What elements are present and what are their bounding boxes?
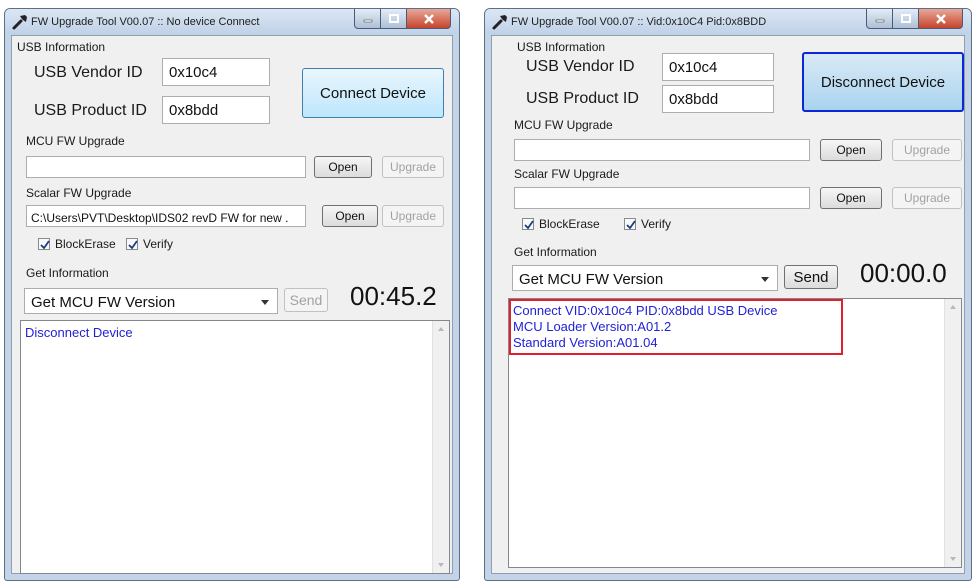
window-title: FW Upgrade Tool V00.07 :: Vid:0x10C4 Pid… bbox=[511, 16, 767, 28]
usb-vendor-id-field[interactable]: 0x10c4 bbox=[662, 53, 774, 81]
maximize-button[interactable] bbox=[381, 9, 407, 29]
wrench-icon bbox=[12, 15, 27, 30]
mcu-fw-path-input[interactable] bbox=[26, 156, 306, 178]
info-command-select[interactable]: Get MCU FW Version bbox=[24, 288, 278, 314]
scalar-upgrade-button[interactable]: Upgrade bbox=[382, 205, 444, 227]
send-button[interactable]: Send bbox=[284, 288, 328, 312]
checkbox-box bbox=[522, 218, 534, 230]
scalar-fw-upgrade-group-label: Scalar FW Upgrade bbox=[26, 186, 132, 200]
close-icon bbox=[935, 13, 946, 24]
verify-label: Verify bbox=[143, 237, 174, 251]
checkbox-box bbox=[38, 238, 50, 250]
block-erase-label: BlockErase bbox=[539, 217, 600, 231]
close-button[interactable] bbox=[919, 9, 963, 29]
send-button[interactable]: Send bbox=[784, 265, 838, 289]
disconnect-device-button[interactable]: Disconnect Device bbox=[802, 52, 964, 112]
maximize-icon bbox=[388, 13, 399, 23]
wrench-icon bbox=[492, 15, 507, 30]
usb-product-id-field[interactable]: 0x8bdd bbox=[162, 96, 270, 124]
info-command-select[interactable]: Get MCU FW Version bbox=[512, 265, 778, 291]
maximize-button[interactable] bbox=[893, 9, 919, 29]
usb-vendor-id-label: USB Vendor ID bbox=[34, 64, 143, 81]
usb-info-group-label: USB Information bbox=[17, 40, 106, 54]
usb-vendor-id-field[interactable]: 0x10c4 bbox=[162, 58, 270, 86]
mcu-upgrade-button[interactable]: Upgrade bbox=[892, 139, 962, 161]
scroll-up-arrow-icon[interactable] bbox=[950, 305, 956, 309]
scroll-down-arrow-icon[interactable] bbox=[438, 563, 444, 567]
scroll-down-arrow-icon[interactable] bbox=[950, 557, 956, 561]
title-bar[interactable]: FW Upgrade Tool V00.07 :: No device Conn… bbox=[5, 9, 459, 35]
dropdown-arrow-icon bbox=[261, 300, 269, 305]
title-bar[interactable]: FW Upgrade Tool V00.07 :: Vid:0x10C4 Pid… bbox=[485, 9, 971, 35]
scalar-upgrade-button[interactable]: Upgrade bbox=[892, 187, 962, 209]
checkmark-icon bbox=[626, 220, 636, 230]
log-output-box[interactable]: Disconnect Device bbox=[20, 320, 450, 574]
checkmark-icon bbox=[524, 220, 534, 230]
mcu-open-button[interactable]: Open bbox=[820, 139, 882, 161]
scalar-open-button[interactable]: Open bbox=[820, 187, 882, 209]
log-scrollbar[interactable] bbox=[944, 299, 961, 567]
minimize-button[interactable] bbox=[866, 9, 893, 29]
log-text: Disconnect Device bbox=[25, 325, 133, 340]
get-information-group-label: Get Information bbox=[514, 245, 597, 259]
usb-product-id-field[interactable]: 0x8bdd bbox=[662, 85, 774, 113]
info-command-value: Get MCU FW Version bbox=[31, 294, 176, 311]
mcu-fw-upgrade-group-label: MCU FW Upgrade bbox=[26, 134, 125, 148]
scalar-fw-path-input[interactable]: C:\Users\PVT\Desktop\IDS02 revD FW for n… bbox=[26, 205, 306, 227]
fw-tool-window-connected: FW Upgrade Tool V00.07 :: Vid:0x10C4 Pid… bbox=[484, 8, 972, 581]
mcu-open-button[interactable]: Open bbox=[314, 156, 372, 178]
scalar-fw-path-input[interactable] bbox=[514, 187, 810, 209]
mcu-upgrade-button[interactable]: Upgrade bbox=[382, 156, 444, 178]
elapsed-timer: 00:00.0 bbox=[860, 258, 947, 288]
client-area: USB Information USB Vendor ID 0x10c4 USB… bbox=[11, 35, 453, 574]
maximize-icon bbox=[900, 13, 911, 23]
get-information-group-label: Get Information bbox=[26, 266, 109, 280]
mcu-fw-path-input[interactable] bbox=[514, 139, 810, 161]
minimize-icon bbox=[875, 19, 884, 22]
minimize-button[interactable] bbox=[354, 9, 381, 29]
client-area: USB Information USB Vendor ID 0x10c4 USB… bbox=[491, 35, 965, 574]
usb-info-group-label: USB Information bbox=[517, 40, 606, 54]
dropdown-arrow-icon bbox=[761, 277, 769, 282]
log-highlight-box bbox=[509, 299, 843, 355]
usb-product-id-label: USB Product ID bbox=[526, 90, 639, 107]
mcu-fw-upgrade-group-label: MCU FW Upgrade bbox=[514, 118, 613, 132]
elapsed-timer: 00:45.2 bbox=[350, 281, 437, 311]
block-erase-label: BlockErase bbox=[55, 237, 116, 251]
close-icon bbox=[423, 13, 434, 24]
scalar-open-button[interactable]: Open bbox=[322, 205, 378, 227]
usb-product-id-label: USB Product ID bbox=[34, 102, 147, 119]
verify-checkbox[interactable]: Verify bbox=[126, 237, 173, 251]
checkmark-icon bbox=[128, 240, 138, 250]
checkbox-box bbox=[126, 238, 138, 250]
log-scrollbar[interactable] bbox=[432, 321, 449, 573]
log-output-box[interactable]: Connect VID:0x10c4 PID:0x8bdd USB Device… bbox=[508, 298, 962, 568]
scalar-fw-upgrade-group-label: Scalar FW Upgrade bbox=[514, 167, 620, 181]
minimize-icon bbox=[363, 19, 372, 22]
close-button[interactable] bbox=[407, 9, 451, 29]
verify-label: Verify bbox=[641, 217, 672, 231]
block-erase-checkbox[interactable]: BlockErase bbox=[38, 237, 116, 251]
scroll-up-arrow-icon[interactable] bbox=[438, 327, 444, 331]
info-command-value: Get MCU FW Version bbox=[519, 271, 664, 288]
verify-checkbox[interactable]: Verify bbox=[624, 217, 671, 231]
fw-tool-window-disconnected: FW Upgrade Tool V00.07 :: No device Conn… bbox=[4, 8, 460, 581]
connect-device-button[interactable]: Connect Device bbox=[302, 68, 444, 118]
checkbox-box bbox=[624, 218, 636, 230]
checkmark-icon bbox=[40, 240, 50, 250]
block-erase-checkbox[interactable]: BlockErase bbox=[522, 217, 600, 231]
window-title: FW Upgrade Tool V00.07 :: No device Conn… bbox=[31, 16, 260, 28]
usb-vendor-id-label: USB Vendor ID bbox=[526, 58, 635, 75]
